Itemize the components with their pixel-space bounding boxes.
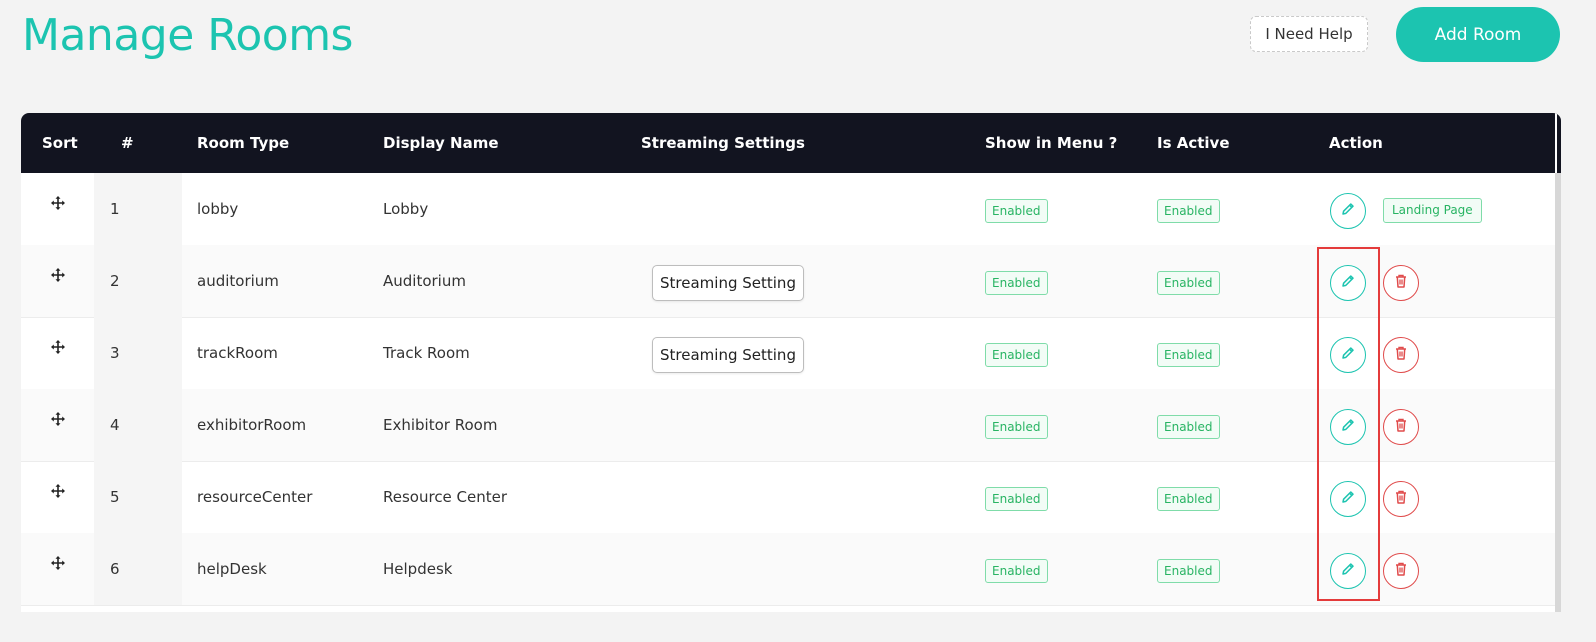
edit-button[interactable] <box>1330 553 1366 589</box>
header-display-name: Display Name <box>383 134 499 152</box>
show-in-menu-badge: Enabled <box>985 199 1048 223</box>
is-active-badge: Enabled <box>1157 487 1220 511</box>
display-name: Resource Center <box>383 488 508 506</box>
pencil-icon <box>1340 561 1356 581</box>
table-header: Sort # Room Type Display Name Streaming … <box>21 113 1561 173</box>
help-button[interactable]: I Need Help <box>1250 16 1368 52</box>
pencil-icon <box>1340 273 1356 293</box>
trash-icon <box>1393 561 1409 581</box>
trash-icon <box>1393 417 1409 437</box>
delete-button[interactable] <box>1383 481 1419 517</box>
drag-handle[interactable] <box>21 173 94 245</box>
delete-button[interactable] <box>1383 409 1419 445</box>
row-number: 3 <box>110 344 120 362</box>
display-name: Exhibitor Room <box>383 416 498 434</box>
number-cell-bg <box>94 461 182 533</box>
pencil-icon <box>1340 417 1356 437</box>
number-cell-bg <box>94 533 182 605</box>
drag-handle[interactable] <box>21 317 94 389</box>
table-row: 3 trackRoom Track Room Streaming Setting Ena… <box>21 317 1555 390</box>
display-name: Helpdesk <box>383 560 453 578</box>
edit-button[interactable] <box>1330 337 1366 373</box>
row-number: 6 <box>110 560 120 578</box>
show-in-menu-badge: Enabled <box>985 271 1048 295</box>
header-is-active: Is Active <box>1157 134 1230 152</box>
delete-button[interactable] <box>1383 337 1419 373</box>
show-in-menu-badge: Enabled <box>985 343 1048 367</box>
edit-button[interactable] <box>1330 193 1366 229</box>
row-number: 1 <box>110 200 120 218</box>
show-in-menu-badge: Enabled <box>985 559 1048 583</box>
room-type: lobby <box>197 200 239 218</box>
is-active-badge: Enabled <box>1157 415 1220 439</box>
header-show-in-menu: Show in Menu ? <box>985 134 1118 152</box>
header-number: # <box>121 134 134 152</box>
move-icon <box>50 339 66 359</box>
add-room-button[interactable]: Add Room <box>1396 7 1560 62</box>
display-name: Auditorium <box>383 272 466 290</box>
display-name: Lobby <box>383 200 429 218</box>
number-cell-bg <box>94 389 182 461</box>
edit-button[interactable] <box>1330 265 1366 301</box>
number-cell-bg <box>94 173 182 245</box>
drag-handle[interactable] <box>21 389 94 461</box>
scrollbar[interactable] <box>1555 113 1561 612</box>
delete-button[interactable] <box>1383 553 1419 589</box>
pencil-icon <box>1340 201 1356 221</box>
move-icon <box>50 195 66 215</box>
streaming-setting-button[interactable]: Streaming Setting <box>652 337 804 373</box>
move-icon <box>50 267 66 287</box>
show-in-menu-badge: Enabled <box>985 415 1048 439</box>
is-active-badge: Enabled <box>1157 199 1220 223</box>
trash-icon <box>1393 273 1409 293</box>
pencil-icon <box>1340 345 1356 365</box>
drag-handle[interactable] <box>21 533 94 605</box>
number-cell-bg <box>94 317 182 389</box>
edit-button[interactable] <box>1330 481 1366 517</box>
header-room-type: Room Type <box>197 134 290 152</box>
table-row: 1 lobby Lobby Enabled Enabled Landing Page <box>21 173 1555 246</box>
number-cell-bg <box>94 245 182 317</box>
rooms-table: Sort # Room Type Display Name Streaming … <box>21 113 1561 612</box>
room-type: auditorium <box>197 272 279 290</box>
table-row: 5 resourceCenter Resource Center Enabled Ena… <box>21 461 1555 534</box>
streaming-setting-button[interactable]: Streaming Setting <box>652 265 804 301</box>
edit-button[interactable] <box>1330 409 1366 445</box>
landing-page-badge: Landing Page <box>1383 198 1482 223</box>
is-active-badge: Enabled <box>1157 559 1220 583</box>
drag-handle[interactable] <box>21 461 94 533</box>
move-icon <box>50 483 66 503</box>
trash-icon <box>1393 345 1409 365</box>
move-icon <box>50 411 66 431</box>
pencil-icon <box>1340 489 1356 509</box>
row-number: 2 <box>110 272 120 290</box>
page-title: Manage Rooms <box>22 10 353 61</box>
room-type: helpDesk <box>197 560 267 578</box>
row-number: 4 <box>110 416 120 434</box>
header-streaming-settings: Streaming Settings <box>641 134 805 152</box>
table-row: 4 exhibitorRoom Exhibitor Room Enabled Enabl… <box>21 389 1555 462</box>
room-type: exhibitorRoom <box>197 416 307 434</box>
header-action: Action <box>1329 134 1383 152</box>
room-type: trackRoom <box>197 344 278 362</box>
move-icon <box>50 555 66 575</box>
table-row: 6 helpDesk Helpdesk Enabled Enabled <box>21 533 1555 606</box>
header-sort: Sort <box>42 134 78 152</box>
row-number: 5 <box>110 488 120 506</box>
show-in-menu-badge: Enabled <box>985 487 1048 511</box>
display-name: Track Room <box>383 344 470 362</box>
delete-button[interactable] <box>1383 265 1419 301</box>
table-row: 2 auditorium Auditorium Streaming Setting En… <box>21 245 1555 318</box>
room-type: resourceCenter <box>197 488 313 506</box>
trash-icon <box>1393 489 1409 509</box>
is-active-badge: Enabled <box>1157 343 1220 367</box>
is-active-badge: Enabled <box>1157 271 1220 295</box>
drag-handle[interactable] <box>21 245 94 317</box>
